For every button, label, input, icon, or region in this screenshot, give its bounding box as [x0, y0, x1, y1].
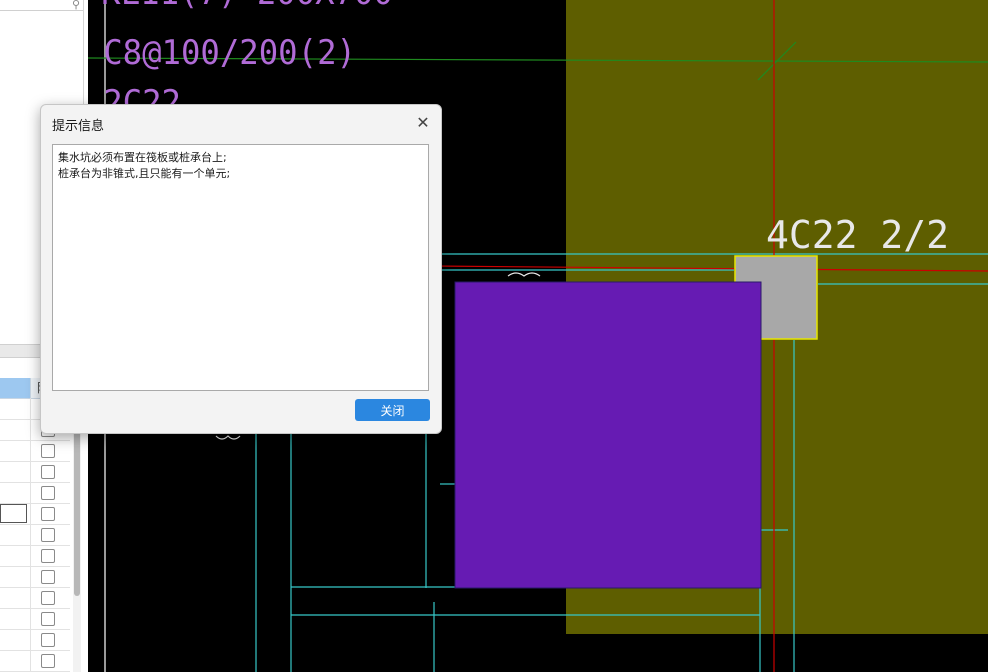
column-rebar-label: 4C22 2/2: [766, 213, 949, 257]
row-checkbox[interactable]: [41, 528, 55, 542]
close-button[interactable]: 关闭: [355, 399, 430, 421]
table-row[interactable]: [0, 482, 70, 504]
table-row[interactable]: [0, 440, 70, 462]
search-icon[interactable]: ⚲: [72, 0, 80, 11]
table-row[interactable]: [0, 545, 70, 567]
row-checkbox[interactable]: [41, 570, 55, 584]
table-row[interactable]: [0, 566, 70, 588]
stirrup-label: C8@100/200(2): [103, 32, 356, 72]
dialog-title: 提示信息: [52, 119, 105, 134]
table-row[interactable]: [0, 650, 70, 672]
row-checkbox[interactable]: [41, 633, 55, 647]
row-checkbox[interactable]: [41, 486, 55, 500]
beam-label: KL11(7) 200X700: [101, 0, 393, 12]
table-row[interactable]: [0, 587, 70, 609]
sump-pit[interactable]: [454, 281, 762, 589]
table-row[interactable]: [0, 524, 70, 546]
table-row[interactable]: [0, 461, 70, 483]
message-line: 集水坑必须布置在筏板或桩承台上;: [58, 151, 227, 164]
row-checkbox[interactable]: [41, 549, 55, 563]
row-checkbox[interactable]: [41, 507, 55, 521]
scrollbar-thumb[interactable]: [74, 410, 80, 596]
close-icon[interactable]: ✕: [413, 113, 433, 133]
table-row[interactable]: [0, 629, 70, 651]
table-row[interactable]: [0, 608, 70, 630]
row-checkbox[interactable]: [41, 591, 55, 605]
message-textbox[interactable]: 集水坑必须布置在筏板或桩承台上; 桩承台为非锥式,且只能有一个单元;: [52, 144, 429, 391]
row-checkbox[interactable]: [41, 444, 55, 458]
row-checkbox[interactable]: [41, 654, 55, 668]
message-dialog: 提示信息 ✕ 集水坑必须布置在筏板或桩承台上; 桩承台为非锥式,且只能有一个单元…: [40, 104, 442, 434]
row-checkbox[interactable]: [41, 612, 55, 626]
selected-cell[interactable]: [0, 504, 27, 523]
message-line: 桩承台为非锥式,且只能有一个单元;: [58, 167, 231, 180]
table-row-selected[interactable]: [0, 503, 70, 525]
row-checkbox[interactable]: [41, 465, 55, 479]
